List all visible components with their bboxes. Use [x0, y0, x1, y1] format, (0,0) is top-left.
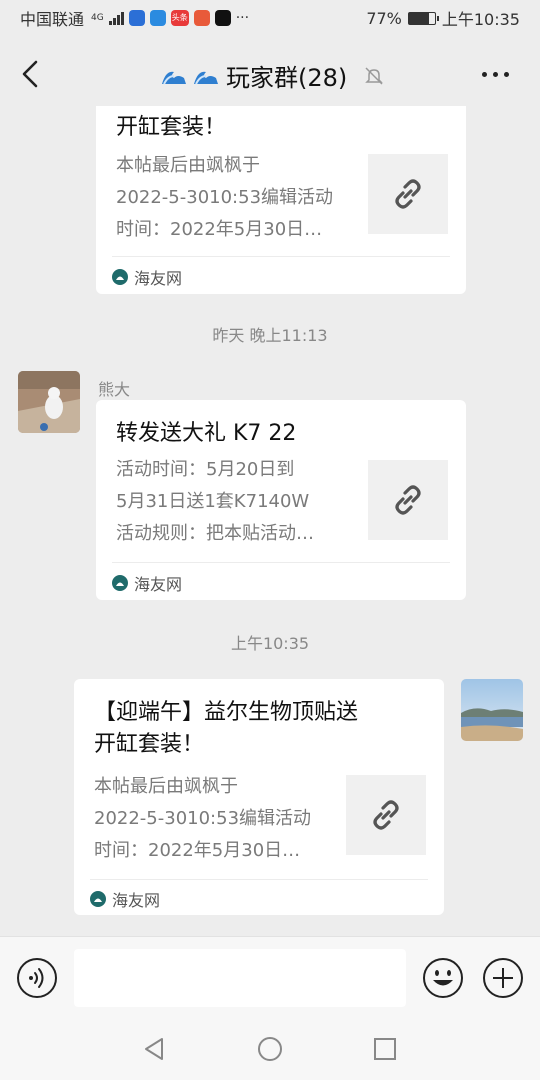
tiktok-app-icon [214, 10, 231, 26]
timestamp-divider: 昨天 晚上11:13 [212, 326, 328, 345]
carrier-label: 中国联通 [20, 10, 85, 29]
link-card-description: 本帖最后由飒枫于 2022-5-3010:53编辑活动 时间：2022年5月30… [116, 155, 334, 240]
battery-percent: 77% [366, 8, 402, 28]
card-divider [112, 562, 450, 563]
status-right: 77% 上午10:35 [366, 6, 520, 30]
chat-title-group[interactable]: 玩家群(28) [160, 58, 385, 93]
bulb-app-icon [149, 10, 166, 26]
link-card[interactable]: 【迎端午】益尔生物顶贴送 开缸套装！ 本帖最后由飒枫于 2022-5-3010:… [74, 679, 444, 915]
back-button[interactable] [16, 56, 46, 92]
source-app-icon [112, 269, 128, 285]
avatar[interactable] [461, 679, 523, 741]
link-card-title: 【迎端午】益尔生物顶贴送 开缸套装！ [94, 700, 359, 757]
wave-emoji-icon [162, 71, 186, 84]
emoji-button[interactable] [422, 957, 464, 999]
news-app-icon [193, 10, 210, 26]
link-card-title: 开缸套装！ [116, 115, 227, 140]
system-nav-bar [0, 1018, 540, 1080]
sender-name: 熊大 [98, 380, 131, 399]
nav-recent-apps-icon[interactable] [372, 1036, 398, 1062]
link-card-source: 海友网 [112, 571, 182, 595]
signal-icon [108, 11, 124, 25]
chat-title: 玩家群(28) [226, 64, 348, 92]
link-card[interactable]: 开缸套装！ 本帖最后由飒枫于 2022-5-3010:53编辑活动 时间：202… [96, 106, 466, 294]
link-card[interactable]: 转发送大礼 K7 22 活动时间：5月20日到 5月31日送1套K7140W 活… [96, 400, 466, 600]
link-card-source: 海友网 [90, 887, 160, 911]
card-divider [90, 879, 428, 880]
link-card-description: 本帖最后由飒枫于 2022-5-3010:53编辑活动 时间：2022年5月30… [94, 776, 312, 861]
link-card-source: 海友网 [112, 265, 182, 289]
source-app-icon [112, 575, 128, 591]
more-actions-plus-button[interactable] [482, 957, 524, 999]
voice-input-button[interactable] [16, 957, 58, 999]
clock: 上午10:35 [441, 10, 520, 29]
nav-home-icon[interactable] [257, 1036, 283, 1062]
source-app-icon [90, 891, 106, 907]
nav-back-icon[interactable] [142, 1036, 168, 1062]
wave-emoji-icon [194, 71, 218, 84]
status-left: 中国联通 4G 头条 ··· [20, 6, 249, 30]
link-icon [395, 179, 421, 209]
more-options-button[interactable] [482, 62, 518, 86]
timestamp-divider: 上午10:35 [230, 634, 310, 653]
more-notifications: ··· [235, 10, 250, 26]
battery-icon [407, 11, 439, 25]
link-card-description: 活动时间：5月20日到 5月31日送1套K7140W 活动规则：把本贴活动… [116, 459, 314, 544]
message-input[interactable] [74, 949, 406, 1007]
link-card-title: 转发送大礼 K7 22 [116, 421, 297, 446]
chat-header: 玩家群(28) [0, 36, 540, 112]
link-thumbnail [368, 460, 448, 540]
toutiao-app-icon: 头条 [170, 10, 189, 26]
shield-app-icon [128, 10, 145, 26]
link-icon [395, 485, 421, 515]
avatar[interactable] [18, 371, 80, 433]
card-divider [112, 256, 450, 257]
link-thumbnail [368, 154, 448, 234]
chat-input-bar [0, 936, 540, 1018]
network-type: 4G [91, 12, 104, 23]
message-list[interactable]: 开缸套装！ 本帖最后由飒枫于 2022-5-3010:53编辑活动 时间：202… [0, 106, 540, 936]
mute-bell-icon [365, 66, 384, 85]
link-icon [373, 800, 399, 830]
status-bar: 中国联通 4G 头条 ··· 77% 上午10:35 [0, 0, 540, 36]
link-thumbnail [346, 775, 426, 855]
